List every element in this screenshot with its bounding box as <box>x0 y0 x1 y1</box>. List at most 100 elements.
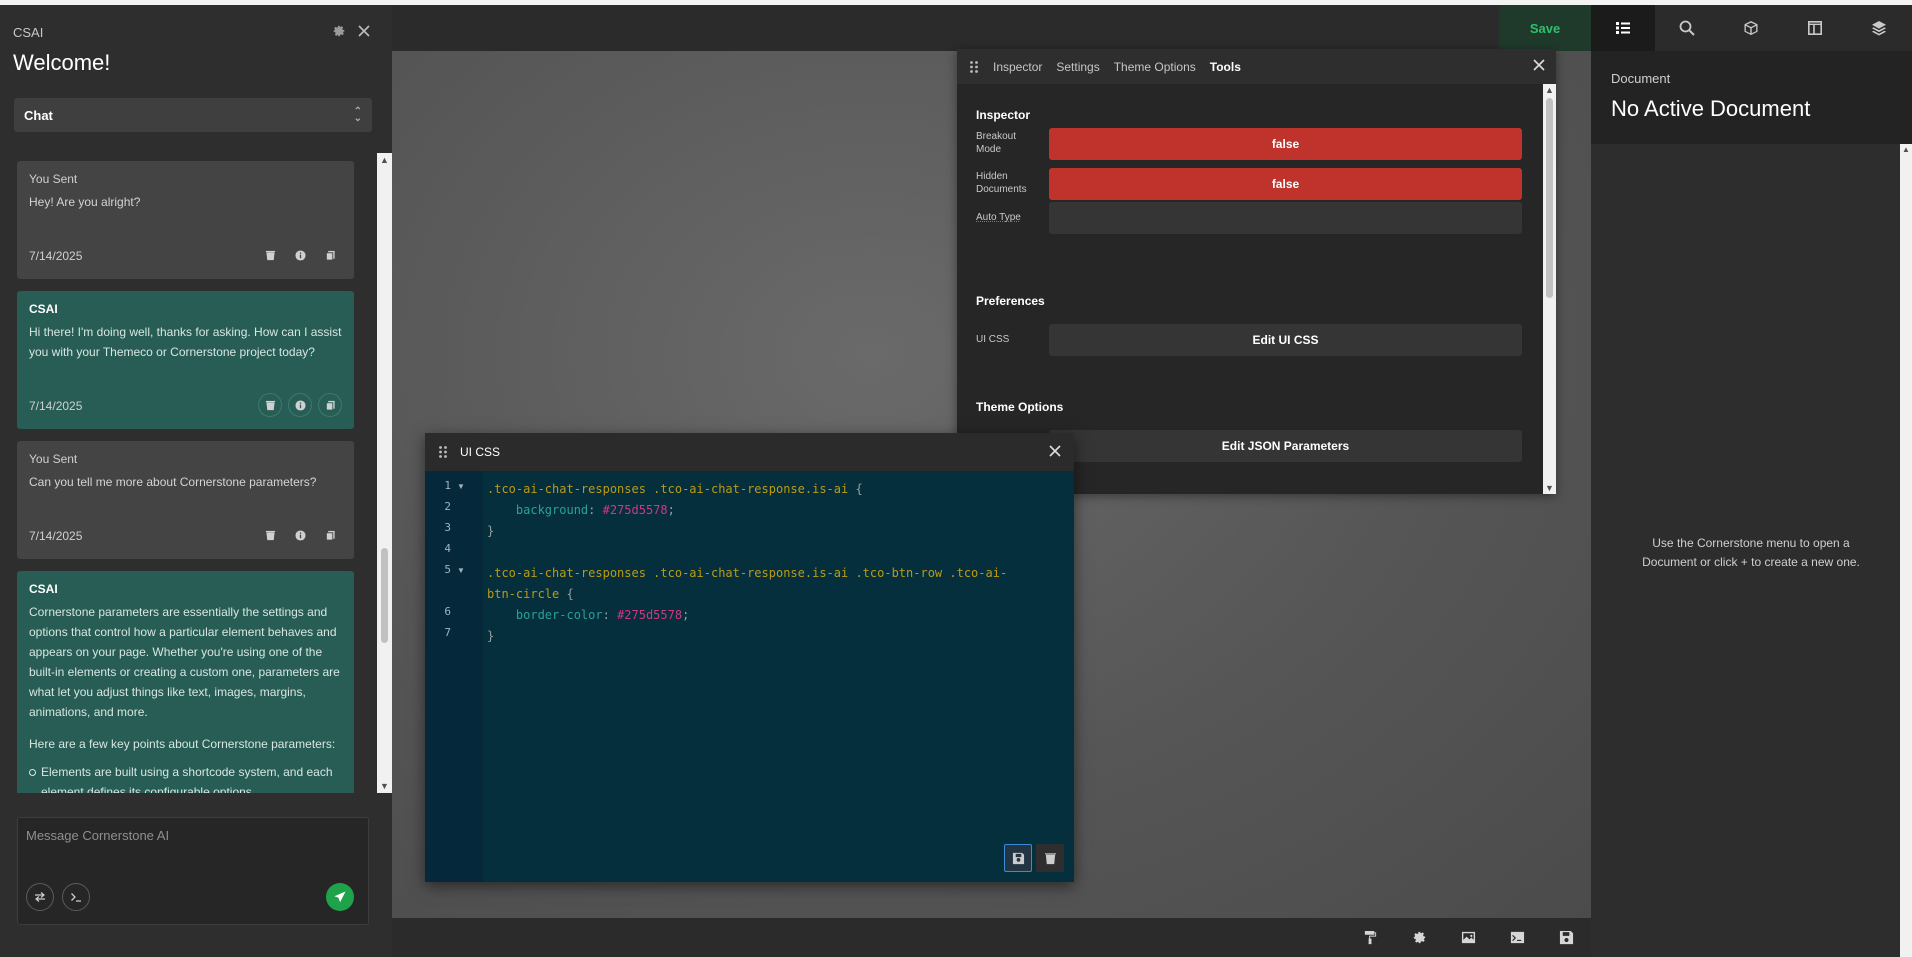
line-number-gutter: 1 ▼ 2 3 4 5 ▼ 6 7 <box>425 471 483 882</box>
copy-icon[interactable] <box>318 243 342 267</box>
chat-message-ai: CSAI Cornerstone parameters are essentia… <box>17 571 354 793</box>
chat-message-user: You Sent Hey! Are you alright? 7/14/2025 <box>17 161 354 279</box>
mode-select[interactable]: Chat ⌃ ⌄ <box>14 98 372 132</box>
hidden-documents-toggle[interactable]: false <box>1049 168 1522 200</box>
edit-json-parameters-button[interactable]: Edit JSON Parameters <box>1049 430 1522 462</box>
search-icon[interactable] <box>1655 5 1719 51</box>
code-editor[interactable]: .tco-ai-chat-responses .tco-ai-chat-resp… <box>487 479 1067 647</box>
tab-tools[interactable]: Tools <box>1210 60 1241 74</box>
scroll-down-icon[interactable]: ▼ <box>1545 483 1554 493</box>
scrollbar-thumb[interactable] <box>1546 98 1553 298</box>
close-icon[interactable] <box>1532 58 1546 72</box>
copy-icon[interactable] <box>318 523 342 547</box>
info-icon[interactable] <box>288 523 312 547</box>
gear-icon[interactable] <box>1395 918 1444 957</box>
list-item: Elements are built using a shortcode sys… <box>29 762 342 793</box>
info-icon[interactable] <box>288 393 312 417</box>
gear-icon[interactable] <box>332 24 346 38</box>
save-button[interactable]: Save <box>1499 5 1591 51</box>
message-text: Hi there! I'm doing well, thanks for ask… <box>29 325 342 359</box>
scrollbar-thumb[interactable] <box>381 548 388 643</box>
document-scrollbar[interactable]: ▲ <box>1900 144 1912 957</box>
message-text: Can you tell me more about Cornerstone p… <box>29 475 317 489</box>
scroll-down-icon[interactable]: ▼ <box>380 781 389 791</box>
terminal-icon[interactable] <box>62 883 90 911</box>
breakout-mode-label: Breakout Mode <box>976 131 1017 155</box>
css-value: #275d5578 <box>617 608 683 622</box>
list-icon[interactable] <box>1591 5 1655 51</box>
bottom-bar <box>392 918 1591 957</box>
tools-scrollbar[interactable]: ▲ ▼ <box>1543 84 1556 494</box>
drag-handle-icon[interactable] <box>438 445 448 459</box>
empty-state-hint: Use the Cornerstone menu to open a Docum… <box>1642 536 1860 569</box>
auto-type-input[interactable] <box>1049 202 1522 234</box>
info-icon[interactable] <box>288 243 312 267</box>
scroll-up-icon[interactable]: ▲ <box>1902 145 1910 154</box>
message-input[interactable] <box>26 824 356 846</box>
paint-roller-icon[interactable] <box>1346 918 1395 957</box>
ai-chat-panel: CSAI Welcome! Chat ⌃ ⌄ You Sent Hey! Are … <box>0 5 392 957</box>
line-number: 6 <box>444 605 451 618</box>
save-icon <box>1012 852 1024 864</box>
close-icon[interactable] <box>357 24 371 38</box>
send-button[interactable] <box>326 883 354 911</box>
send-icon <box>334 891 346 903</box>
chat-message-user: You Sent Can you tell me more about Corn… <box>17 441 354 559</box>
drag-handle-icon[interactable] <box>969 60 979 74</box>
welcome-heading: Welcome! <box>13 50 111 75</box>
delete-css-button[interactable] <box>1036 844 1064 872</box>
tab-theme-options[interactable]: Theme Options <box>1114 60 1196 74</box>
tab-inspector[interactable]: Inspector <box>993 60 1042 74</box>
message-text: Hey! Are you alright? <box>29 195 141 209</box>
scroll-up-icon[interactable]: ▲ <box>380 155 389 165</box>
message-composer <box>17 817 369 925</box>
top-right-toolbar <box>1591 5 1912 51</box>
save-icon[interactable] <box>1542 918 1591 957</box>
section-title-preferences: Preferences <box>976 294 1045 308</box>
tools-panel-header: Inspector Settings Theme Options Tools <box>957 49 1556 84</box>
layout-icon[interactable] <box>1783 5 1847 51</box>
css-value: #275d5578 <box>602 503 668 517</box>
terminal-icon[interactable] <box>1493 918 1542 957</box>
delete-icon[interactable] <box>258 523 282 547</box>
message-date: 7/14/2025 <box>29 529 83 543</box>
message-sender: CSAI <box>29 582 58 596</box>
tab-settings[interactable]: Settings <box>1056 60 1099 74</box>
document-title: No Active Document <box>1611 96 1811 121</box>
section-title-theme-options: Theme Options <box>976 400 1064 414</box>
chat-message-ai: CSAI Hi there! I'm doing well, thanks fo… <box>17 291 354 429</box>
css-selector: .tco-ai-chat-responses .tco-ai-chat-resp… <box>487 566 1008 580</box>
css-property: border-color <box>515 608 603 622</box>
delete-icon[interactable] <box>258 393 282 417</box>
line-number: 5 <box>444 563 451 576</box>
bottom-toolbar <box>1346 918 1591 957</box>
breakout-mode-toggle[interactable]: false <box>1049 128 1522 160</box>
copy-icon[interactable] <box>318 393 342 417</box>
message-sender: You Sent <box>29 172 78 186</box>
trash-icon <box>1044 852 1056 864</box>
cube-icon[interactable] <box>1719 5 1783 51</box>
message-sender: CSAI <box>29 302 58 316</box>
layers-icon[interactable] <box>1847 5 1911 51</box>
fold-arrow-icon[interactable]: ▼ <box>457 566 465 575</box>
line-number: 2 <box>444 500 451 513</box>
swap-icon[interactable] <box>26 883 54 911</box>
auto-type-label: Auto Type <box>976 212 1021 223</box>
delete-icon[interactable] <box>258 243 282 267</box>
save-css-button[interactable] <box>1004 844 1032 872</box>
css-selector-continued: btn-circle <box>487 587 560 601</box>
document-panel-header: Document No Active Document <box>1591 51 1912 144</box>
edit-ui-css-button[interactable]: Edit UI CSS <box>1049 324 1522 356</box>
document-label: Document <box>1611 71 1671 86</box>
chat-scrollbar[interactable]: ▲ ▼ <box>377 153 392 793</box>
scroll-up-icon[interactable]: ▲ <box>1545 85 1554 95</box>
close-icon[interactable] <box>1048 444 1062 458</box>
section-title-inspector: Inspector <box>976 108 1031 122</box>
chat-message-list[interactable]: You Sent Hey! Are you alright? 7/14/2025… <box>0 153 376 793</box>
image-icon[interactable] <box>1444 918 1493 957</box>
chevron-updown-icon: ⌃ ⌄ <box>353 106 362 124</box>
message-paragraph: Here are a few key points about Cornerst… <box>29 737 336 751</box>
message-bullet-list: Elements are built using a shortcode sys… <box>29 762 342 793</box>
fold-arrow-icon[interactable]: ▼ <box>457 482 465 491</box>
line-number: 4 <box>444 542 451 555</box>
